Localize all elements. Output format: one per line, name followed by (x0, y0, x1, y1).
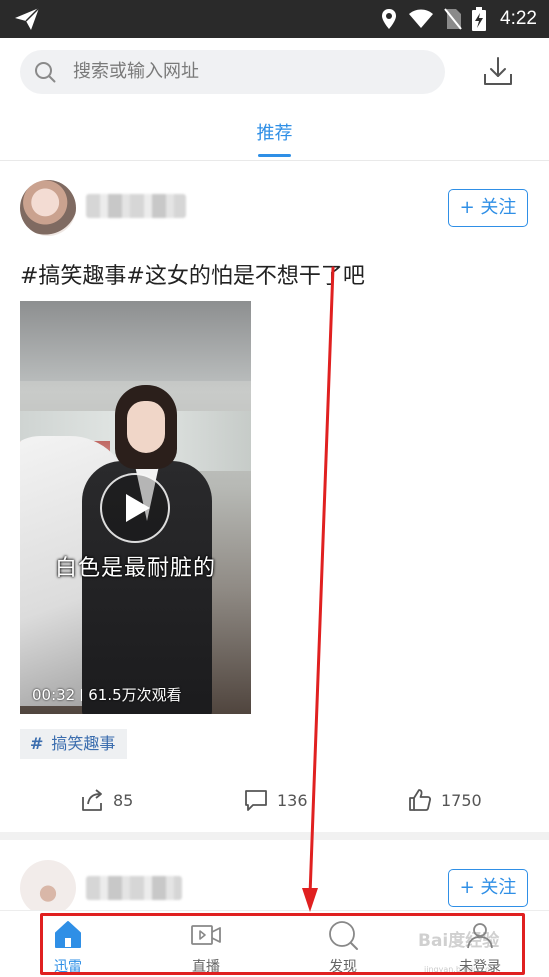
send-icon (15, 7, 40, 30)
video-scene-ceiling (20, 301, 251, 381)
annotation-highlight-box (40, 913, 525, 975)
author-name-blurred[interactable] (86, 876, 182, 900)
play-icon (126, 494, 150, 522)
status-time: 4:22 (500, 8, 537, 29)
video-player[interactable]: 白色是最耐脏的 00:32 61.5万次观看 (20, 301, 251, 714)
hashtag-icon: # (30, 734, 44, 753)
video-subtitle: 白色是最耐脏的 (54, 556, 216, 581)
video-views: 61.5万次观看 (88, 686, 182, 704)
comment-button[interactable]: 136 (243, 786, 308, 814)
location-icon (382, 9, 397, 29)
post-title[interactable]: #搞笑趣事#这女的怕是不想干了吧 (20, 258, 365, 290)
search-icon (35, 62, 56, 83)
system-icons: 4:22 (380, 0, 537, 38)
tab-recommend[interactable]: 推荐 (0, 119, 549, 145)
video-meta: 00:32 61.5万次观看 (32, 684, 182, 705)
status-bar: 4:22 (0, 0, 549, 38)
author-avatar[interactable] (20, 860, 76, 916)
like-button[interactable]: 1750 (407, 786, 482, 814)
header-divider (0, 160, 549, 161)
comment-count: 136 (277, 790, 308, 810)
topic-tag-label: 搞笑趣事 (51, 734, 116, 753)
download-icon[interactable] (481, 55, 515, 89)
thumbs-up-icon (409, 789, 432, 811)
follow-button[interactable]: + 关注 (448, 869, 528, 907)
share-button[interactable]: 85 (79, 786, 133, 814)
share-count: 85 (113, 790, 134, 810)
search-input[interactable]: 搜索或输入网址 (20, 50, 445, 94)
video-duration: 00:32 (32, 686, 76, 704)
feed-separator (0, 832, 549, 840)
author-name-blurred[interactable] (86, 194, 186, 218)
video-scene-face (127, 401, 165, 453)
share-icon (82, 789, 102, 811)
wifi-icon (409, 9, 434, 28)
follow-button[interactable]: + 关注 (448, 189, 528, 227)
no-sim-icon (444, 8, 462, 30)
search-placeholder: 搜索或输入网址 (73, 61, 199, 82)
author-avatar[interactable] (20, 180, 76, 236)
meta-separator (81, 689, 83, 701)
like-count: 1750 (441, 790, 482, 810)
topic-tag[interactable]: # 搞笑趣事 (20, 729, 128, 759)
battery-charging-icon (472, 7, 487, 31)
tab-active-indicator (258, 154, 291, 157)
comment-icon (245, 790, 267, 811)
